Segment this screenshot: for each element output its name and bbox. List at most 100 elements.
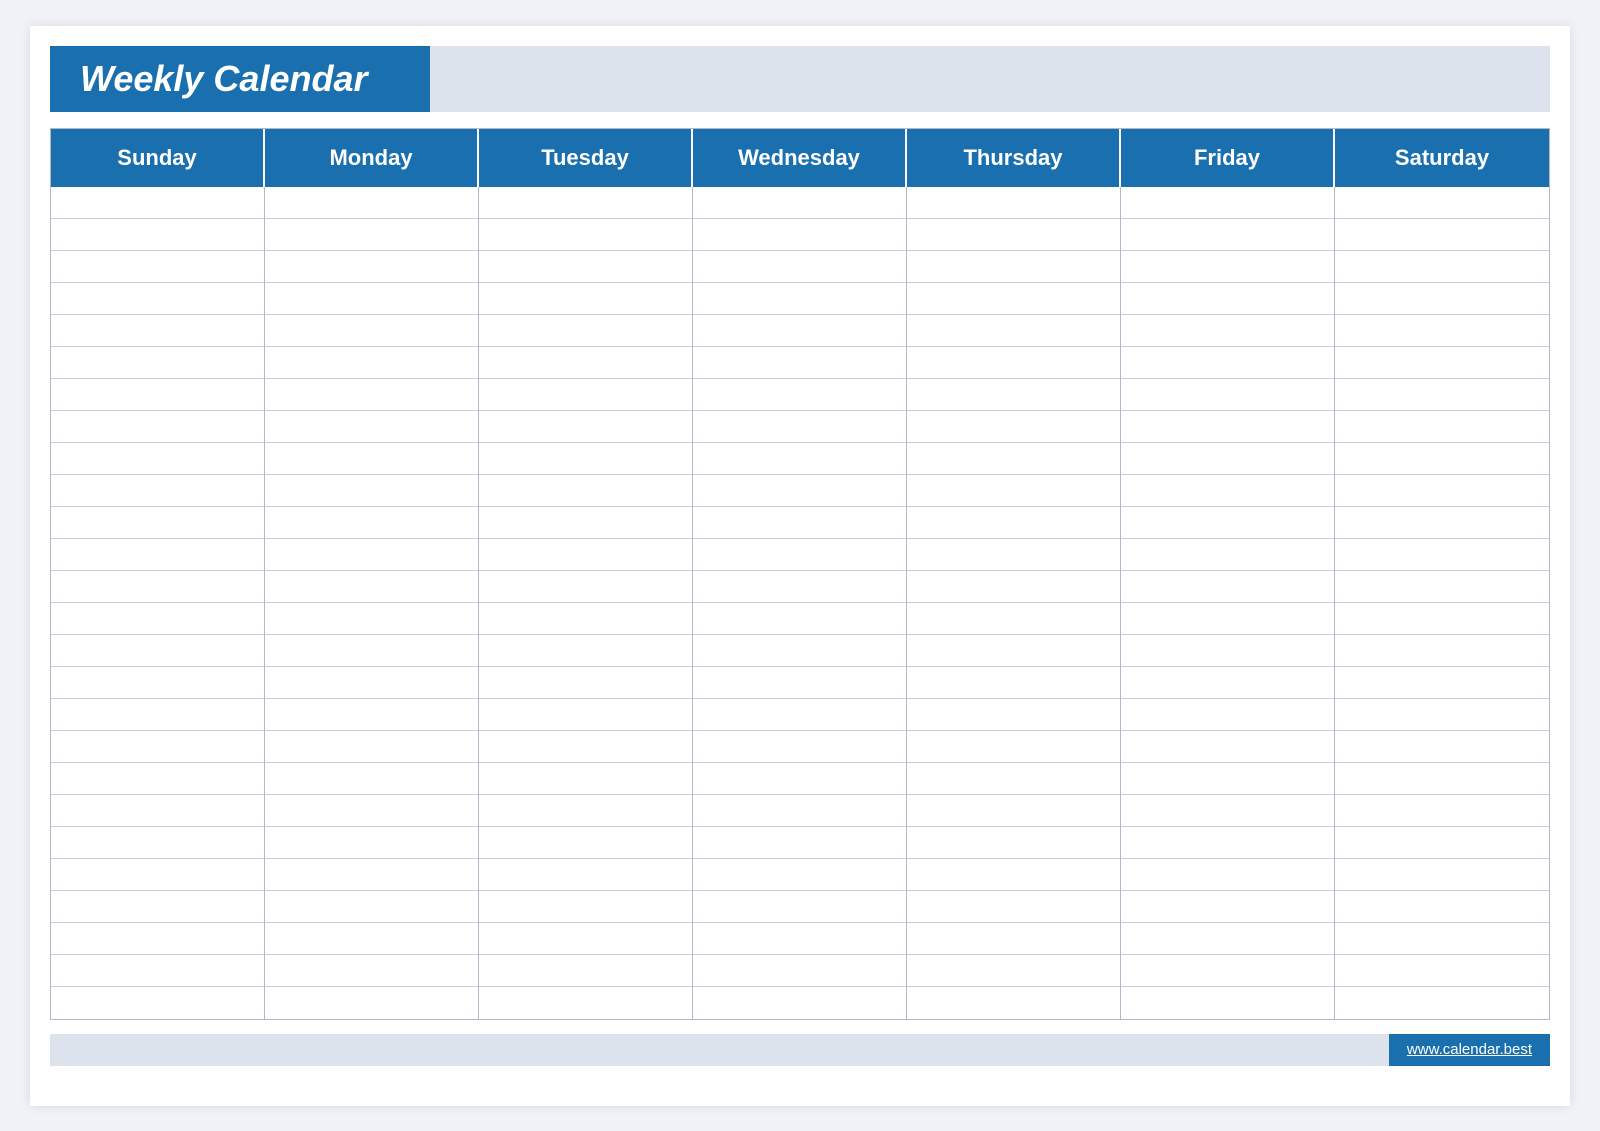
calendar-line[interactable]	[265, 219, 478, 251]
calendar-line[interactable]	[265, 827, 478, 859]
calendar-line[interactable]	[693, 891, 906, 923]
calendar-line[interactable]	[265, 667, 478, 699]
calendar-line[interactable]	[1121, 923, 1334, 955]
calendar-line[interactable]	[1121, 827, 1334, 859]
calendar-line[interactable]	[907, 955, 1120, 987]
calendar-line[interactable]	[51, 507, 264, 539]
calendar-line[interactable]	[693, 187, 906, 219]
calendar-line[interactable]	[907, 731, 1120, 763]
calendar-line[interactable]	[479, 571, 692, 603]
calendar-line[interactable]	[479, 187, 692, 219]
calendar-line[interactable]	[1121, 251, 1334, 283]
calendar-line[interactable]	[693, 955, 906, 987]
calendar-line[interactable]	[51, 539, 264, 571]
calendar-line[interactable]	[1121, 187, 1334, 219]
calendar-line[interactable]	[265, 475, 478, 507]
calendar-line[interactable]	[265, 187, 478, 219]
calendar-line[interactable]	[265, 699, 478, 731]
calendar-line[interactable]	[1335, 667, 1549, 699]
calendar-line[interactable]	[1121, 475, 1334, 507]
calendar-line[interactable]	[479, 699, 692, 731]
calendar-line[interactable]	[51, 411, 264, 443]
calendar-line[interactable]	[693, 923, 906, 955]
calendar-line[interactable]	[479, 379, 692, 411]
calendar-line[interactable]	[51, 603, 264, 635]
calendar-line[interactable]	[51, 859, 264, 891]
calendar-line[interactable]	[1335, 283, 1549, 315]
calendar-line[interactable]	[265, 923, 478, 955]
calendar-line[interactable]	[265, 891, 478, 923]
calendar-line[interactable]	[1121, 347, 1334, 379]
calendar-line[interactable]	[1335, 539, 1549, 571]
calendar-line[interactable]	[693, 347, 906, 379]
calendar-line[interactable]	[693, 731, 906, 763]
calendar-line[interactable]	[693, 411, 906, 443]
calendar-line[interactable]	[1335, 891, 1549, 923]
calendar-line[interactable]	[907, 283, 1120, 315]
calendar-line[interactable]	[693, 507, 906, 539]
calendar-line[interactable]	[1335, 187, 1549, 219]
calendar-line[interactable]	[479, 443, 692, 475]
calendar-line[interactable]	[907, 667, 1120, 699]
calendar-line[interactable]	[265, 635, 478, 667]
calendar-line[interactable]	[1335, 603, 1549, 635]
calendar-line[interactable]	[51, 315, 264, 347]
calendar-line[interactable]	[265, 315, 478, 347]
calendar-line[interactable]	[479, 955, 692, 987]
calendar-line[interactable]	[479, 923, 692, 955]
calendar-line[interactable]	[1121, 859, 1334, 891]
calendar-line[interactable]	[907, 571, 1120, 603]
calendar-line[interactable]	[265, 731, 478, 763]
calendar-line[interactable]	[51, 219, 264, 251]
calendar-line[interactable]	[1121, 507, 1334, 539]
calendar-line[interactable]	[51, 827, 264, 859]
calendar-line[interactable]	[1335, 251, 1549, 283]
calendar-line[interactable]	[1335, 699, 1549, 731]
calendar-line[interactable]	[1335, 571, 1549, 603]
calendar-line[interactable]	[479, 475, 692, 507]
calendar-line[interactable]	[1335, 315, 1549, 347]
calendar-line[interactable]	[1335, 731, 1549, 763]
calendar-line[interactable]	[1121, 603, 1334, 635]
calendar-line[interactable]	[265, 507, 478, 539]
calendar-line[interactable]	[51, 763, 264, 795]
calendar-line[interactable]	[907, 795, 1120, 827]
calendar-line[interactable]	[1121, 667, 1334, 699]
calendar-line[interactable]	[693, 283, 906, 315]
calendar-line[interactable]	[51, 987, 264, 1019]
calendar-line[interactable]	[693, 667, 906, 699]
calendar-line[interactable]	[907, 987, 1120, 1019]
calendar-line[interactable]	[51, 283, 264, 315]
calendar-line[interactable]	[265, 603, 478, 635]
calendar-line[interactable]	[1335, 763, 1549, 795]
calendar-line[interactable]	[1121, 891, 1334, 923]
calendar-line[interactable]	[907, 187, 1120, 219]
calendar-line[interactable]	[479, 347, 692, 379]
calendar-line[interactable]	[907, 315, 1120, 347]
calendar-line[interactable]	[265, 763, 478, 795]
calendar-line[interactable]	[907, 859, 1120, 891]
calendar-line[interactable]	[907, 923, 1120, 955]
calendar-line[interactable]	[265, 795, 478, 827]
calendar-line[interactable]	[693, 859, 906, 891]
calendar-line[interactable]	[1335, 827, 1549, 859]
calendar-line[interactable]	[51, 955, 264, 987]
calendar-line[interactable]	[265, 347, 478, 379]
calendar-line[interactable]	[479, 667, 692, 699]
calendar-line[interactable]	[479, 251, 692, 283]
calendar-line[interactable]	[479, 987, 692, 1019]
calendar-line[interactable]	[51, 635, 264, 667]
calendar-line[interactable]	[51, 667, 264, 699]
calendar-line[interactable]	[265, 283, 478, 315]
calendar-line[interactable]	[907, 539, 1120, 571]
calendar-line[interactable]	[51, 923, 264, 955]
calendar-line[interactable]	[907, 347, 1120, 379]
calendar-line[interactable]	[479, 859, 692, 891]
calendar-line[interactable]	[51, 891, 264, 923]
calendar-line[interactable]	[693, 635, 906, 667]
calendar-line[interactable]	[1121, 283, 1334, 315]
calendar-line[interactable]	[907, 251, 1120, 283]
calendar-line[interactable]	[907, 827, 1120, 859]
calendar-line[interactable]	[51, 443, 264, 475]
calendar-line[interactable]	[907, 891, 1120, 923]
